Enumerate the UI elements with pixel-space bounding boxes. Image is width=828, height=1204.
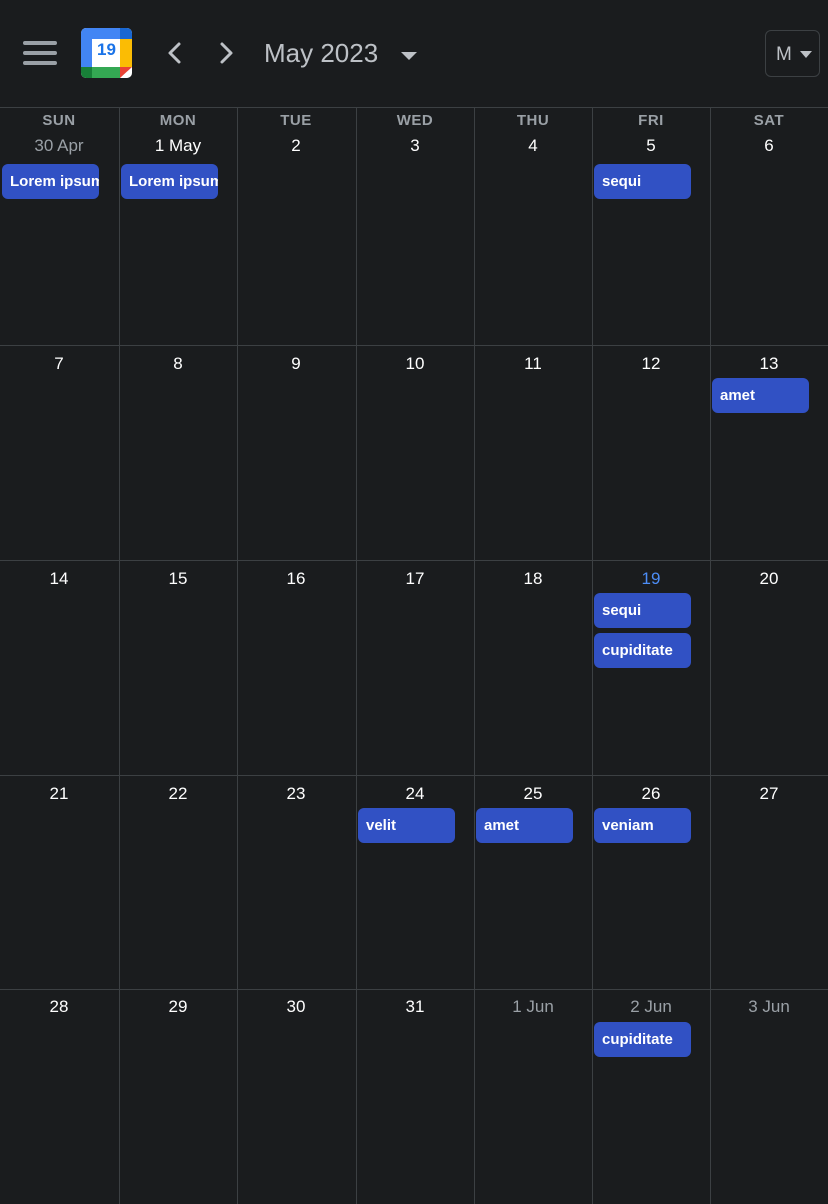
- logo-day-number: 19: [97, 40, 116, 59]
- day-number[interactable]: 30 Apr: [0, 136, 118, 156]
- month-title[interactable]: May 2023: [264, 38, 378, 69]
- day-number[interactable]: 5: [592, 136, 710, 156]
- day-cell[interactable]: [356, 989, 474, 1204]
- day-number[interactable]: 19: [592, 569, 710, 589]
- previous-month-button[interactable]: [160, 38, 190, 68]
- day-number[interactable]: 10: [356, 354, 474, 374]
- day-number[interactable]: 12: [592, 354, 710, 374]
- day-cell[interactable]: [237, 345, 356, 560]
- day-cell[interactable]: [356, 345, 474, 560]
- day-cell[interactable]: [710, 775, 828, 989]
- day-cell[interactable]: [474, 560, 592, 775]
- day-number[interactable]: 27: [710, 784, 828, 804]
- event-chip[interactable]: cupiditate: [594, 633, 691, 668]
- day-number[interactable]: 3: [356, 136, 474, 156]
- day-number[interactable]: 30: [237, 997, 355, 1017]
- day-number[interactable]: 6: [710, 136, 828, 156]
- view-switcher-button[interactable]: M: [765, 30, 820, 77]
- day-number[interactable]: 22: [119, 784, 237, 804]
- day-number[interactable]: 8: [119, 354, 237, 374]
- day-cell[interactable]: [119, 989, 237, 1204]
- day-number[interactable]: 13: [710, 354, 828, 374]
- event-chip[interactable]: sequi: [594, 593, 691, 628]
- day-number[interactable]: 25: [474, 784, 592, 804]
- day-number[interactable]: 7: [0, 354, 118, 374]
- next-month-button[interactable]: [211, 38, 241, 68]
- day-cell[interactable]: [0, 560, 119, 775]
- hamburger-menu-icon-bar: [23, 41, 57, 45]
- day-number[interactable]: 26: [592, 784, 710, 804]
- day-cell[interactable]: [0, 989, 119, 1204]
- event-chip[interactable]: sequi: [594, 164, 691, 199]
- day-cell[interactable]: [0, 775, 119, 989]
- day-cell[interactable]: [237, 560, 356, 775]
- google-calendar-logo-icon[interactable]: 19: [81, 28, 132, 78]
- day-cell[interactable]: [474, 345, 592, 560]
- day-number[interactable]: 3 Jun: [710, 997, 828, 1017]
- event-chip[interactable]: cupiditate: [594, 1022, 691, 1057]
- event-chip[interactable]: veniam: [594, 808, 691, 843]
- day-number[interactable]: 9: [237, 354, 355, 374]
- day-number[interactable]: 21: [0, 784, 118, 804]
- event-chip[interactable]: amet: [476, 808, 573, 843]
- chevron-right-icon: [220, 42, 233, 64]
- day-number[interactable]: 2 Jun: [592, 997, 710, 1017]
- day-number[interactable]: 28: [0, 997, 118, 1017]
- day-cell[interactable]: [119, 560, 237, 775]
- day-cell[interactable]: [119, 775, 237, 989]
- day-cell[interactable]: [356, 560, 474, 775]
- day-number[interactable]: 24: [356, 784, 474, 804]
- day-cell[interactable]: [119, 345, 237, 560]
- day-cell[interactable]: [710, 989, 828, 1204]
- hamburger-menu-icon-bar: [23, 51, 57, 55]
- day-cell[interactable]: [237, 775, 356, 989]
- event-chip[interactable]: amet: [712, 378, 809, 413]
- day-number[interactable]: 16: [237, 569, 355, 589]
- day-number[interactable]: 18: [474, 569, 592, 589]
- caret-down-icon: [401, 52, 417, 60]
- day-number[interactable]: 15: [119, 569, 237, 589]
- hamburger-menu-icon-bar: [23, 61, 57, 65]
- day-number[interactable]: 17: [356, 569, 474, 589]
- top-app-bar: 19 May 2023 M: [0, 0, 828, 108]
- day-number[interactable]: 1 Jun: [474, 997, 592, 1017]
- month-picker-dropdown[interactable]: [400, 48, 418, 60]
- day-cell[interactable]: [0, 345, 119, 560]
- day-cell[interactable]: [710, 560, 828, 775]
- event-chip[interactable]: Lorem ipsum: [121, 164, 218, 199]
- day-number[interactable]: 20: [710, 569, 828, 589]
- event-chip[interactable]: Lorem ipsum: [2, 164, 99, 199]
- view-switcher-label: M: [776, 44, 792, 65]
- caret-down-icon: [800, 51, 812, 58]
- event-chip[interactable]: velit: [358, 808, 455, 843]
- day-cell[interactable]: [237, 989, 356, 1204]
- day-number[interactable]: 4: [474, 136, 592, 156]
- day-cell[interactable]: [474, 989, 592, 1204]
- day-number[interactable]: 29: [119, 997, 237, 1017]
- day-number[interactable]: 11: [474, 354, 592, 374]
- day-number[interactable]: 23: [237, 784, 355, 804]
- day-number[interactable]: 2: [237, 136, 355, 156]
- chevron-left-icon: [168, 42, 181, 64]
- main-menu-button[interactable]: [20, 36, 60, 70]
- day-number[interactable]: 1 May: [119, 136, 237, 156]
- day-cell[interactable]: [592, 345, 710, 560]
- month-grid: SUN MON TUE WED THU FRI SAT 30 Apr 1 May 2 3 4 5 6 7 8 9…: [0, 108, 828, 1204]
- day-number[interactable]: 31: [356, 997, 474, 1017]
- day-number[interactable]: 14: [0, 569, 118, 589]
